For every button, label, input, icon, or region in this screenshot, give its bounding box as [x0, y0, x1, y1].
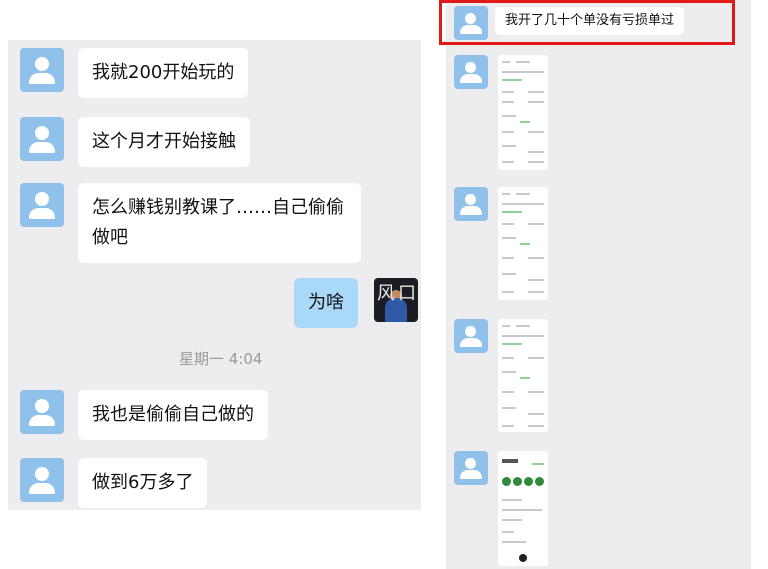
- avatar-glyph: 口: [398, 283, 416, 304]
- contact-avatar[interactable]: [20, 390, 64, 434]
- left-chat-panel: 我就200开始玩的 这个月才开始接触 怎么赚钱别教课了……自己偷偷做吧 为啥 风…: [8, 40, 421, 510]
- contact-avatar[interactable]: [454, 319, 488, 353]
- message-bubble[interactable]: 我也是偷偷自己做的: [78, 390, 268, 440]
- contact-avatar[interactable]: [20, 183, 64, 227]
- screenshot-thumbnail[interactable]: [498, 319, 548, 432]
- contact-avatar[interactable]: [454, 451, 488, 485]
- my-avatar[interactable]: 风 口: [374, 278, 418, 322]
- contact-avatar[interactable]: [454, 55, 488, 89]
- timestamp: 星期一 4:04: [179, 350, 263, 368]
- right-chat-panel: 我开了几十个单没有亏损单过: [446, 0, 751, 569]
- highlight-box: [439, 0, 735, 45]
- my-message-bubble[interactable]: 为啥: [294, 278, 358, 328]
- contact-avatar[interactable]: [20, 48, 64, 92]
- contact-avatar[interactable]: [454, 187, 488, 221]
- screenshot-thumbnail[interactable]: [498, 187, 548, 300]
- contact-avatar[interactable]: [20, 117, 64, 161]
- screenshot-thumbnail[interactable]: [498, 55, 548, 170]
- message-bubble[interactable]: 做到6万多了: [78, 458, 208, 508]
- screenshot-thumbnail[interactable]: [498, 451, 548, 566]
- message-bubble[interactable]: 怎么赚钱别教课了……自己偷偷做吧: [78, 183, 361, 263]
- avatar-glyph: 风: [377, 283, 395, 304]
- contact-avatar[interactable]: [20, 458, 64, 502]
- message-bubble[interactable]: 我就200开始玩的: [78, 48, 249, 98]
- message-bubble[interactable]: 这个月才开始接触: [78, 117, 250, 167]
